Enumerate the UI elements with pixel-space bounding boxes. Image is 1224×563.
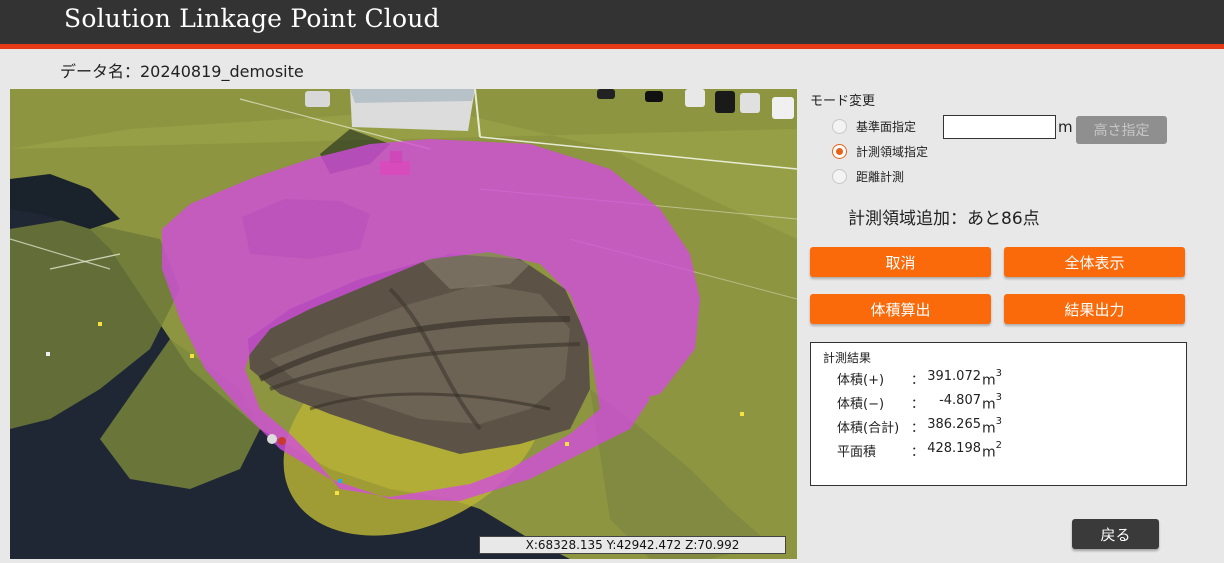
coordinate-readout: X:68328.135 Y:42942.472 Z:70.992 — [479, 536, 786, 554]
height-unit: m — [1058, 118, 1073, 136]
back-button[interactable]: 戻る — [1072, 519, 1159, 549]
results-title: 計測結果 — [823, 351, 872, 365]
point-cloud-viewer[interactable]: X:68328.135 Y:42942.472 Z:70.992 — [10, 89, 797, 559]
radio-icon[interactable] — [832, 118, 847, 134]
height-input[interactable] — [943, 115, 1056, 139]
data-name-label: データ名：20240819_demosite — [60, 62, 304, 81]
radio-measure-area[interactable]: 計測領域指定 — [832, 141, 928, 161]
result-value: -4.807 — [939, 393, 981, 408]
remaining-points-status: 計測領域追加：あと86点 — [848, 209, 1040, 229]
result-label: 体積(+) — [837, 373, 885, 388]
app-header: Solution Linkage Point Cloud — [0, 0, 1224, 44]
radio-label-measure-area: 計測領域指定 — [856, 144, 929, 159]
result-label: 平面積 — [837, 445, 877, 460]
result-label: 体積(合計) — [837, 421, 900, 436]
app-title: Solution Linkage Point Cloud — [64, 4, 440, 33]
result-value: 428.198 — [927, 441, 981, 456]
compute-volume-button[interactable]: 体積算出 — [810, 294, 991, 324]
result-unit: m3 — [982, 392, 1003, 413]
result-unit: m3 — [982, 416, 1003, 437]
set-height-button[interactable]: 高さ指定 — [1076, 116, 1167, 144]
result-label: 体積(−) — [837, 397, 885, 412]
cancel-button[interactable]: 取消 — [810, 247, 991, 277]
result-unit: m3 — [982, 368, 1003, 389]
radio-label-distance: 距離計測 — [856, 169, 905, 184]
result-value: 386.265 — [927, 417, 981, 432]
radio-base-plane[interactable]: 基準面指定 — [832, 116, 916, 136]
measurement-results: 計測結果 体積(+) ： 391.072 m3 体積(−) ： -4.807 m… — [810, 342, 1187, 486]
control-panel: モード変更 基準面指定 計測領域指定 距離計測 m 高さ指定 計測領域追加：あと… — [810, 88, 1190, 558]
show-all-button[interactable]: 全体表示 — [1004, 247, 1185, 277]
radio-distance[interactable]: 距離計測 — [832, 166, 904, 186]
radio-icon[interactable] — [832, 168, 847, 184]
result-unit: m2 — [982, 440, 1003, 461]
header-rule — [0, 44, 1224, 49]
result-value: 391.072 — [927, 369, 981, 384]
radio-icon[interactable] — [832, 143, 847, 159]
export-results-button[interactable]: 結果出力 — [1004, 294, 1185, 324]
mode-change-label: モード変更 — [810, 94, 876, 109]
radio-label-base-plane: 基準面指定 — [856, 119, 917, 134]
point-cloud-canvas[interactable] — [10, 89, 797, 559]
